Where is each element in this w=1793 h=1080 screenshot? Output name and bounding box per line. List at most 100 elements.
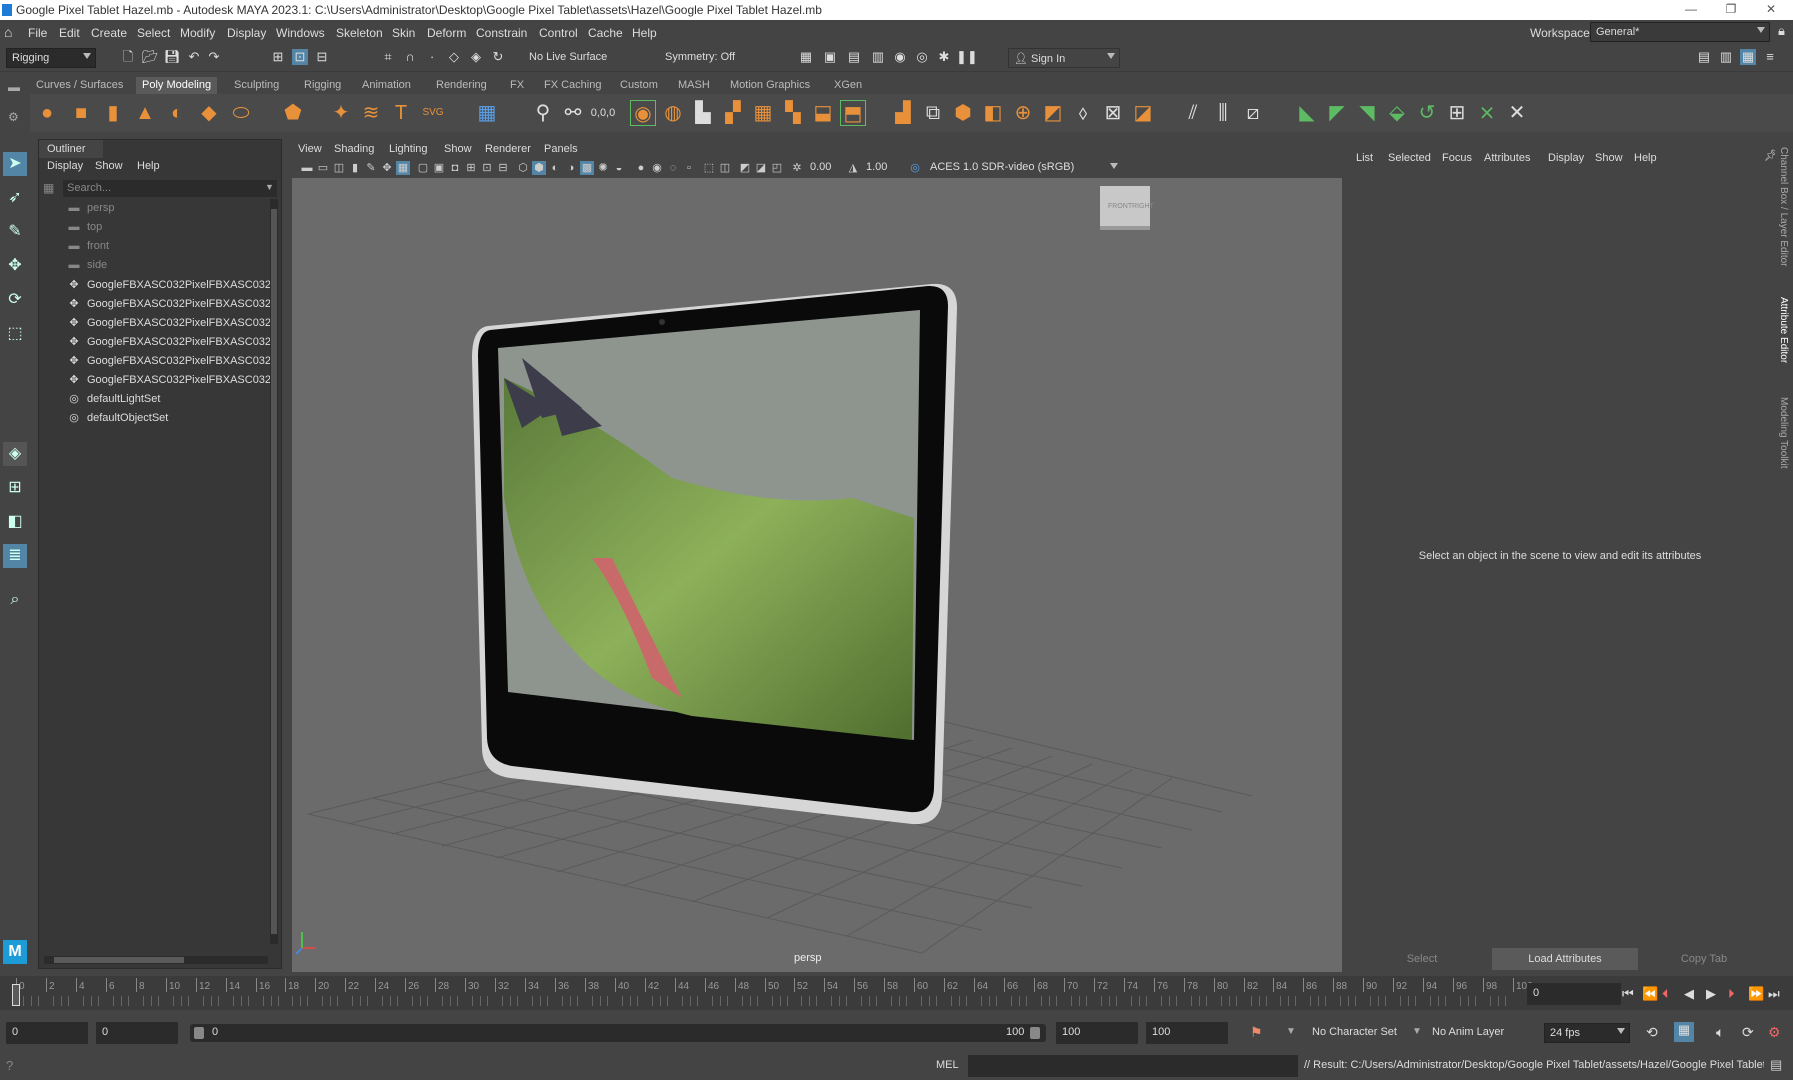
- list-item[interactable]: ◎ defaultLightSet: [67, 392, 277, 410]
- search-options-icon[interactable]: ▼: [265, 182, 274, 192]
- wireframe-icon[interactable]: ⬡: [516, 161, 530, 175]
- offset-edge-loop-icon[interactable]: ⫼: [1210, 100, 1236, 126]
- menu-set-select[interactable]: Rigging: [6, 48, 96, 68]
- list-item[interactable]: ✥ GoogleFBXASC032PixelFBXASC032Tab: [67, 316, 277, 334]
- shelf-menu-icon[interactable]: ▬: [8, 80, 20, 94]
- field-chart-icon[interactable]: ⊞: [464, 161, 478, 175]
- list-item[interactable]: ✥ GoogleFBXASC032PixelFBXASC032Tab: [67, 335, 277, 353]
- combine-icon[interactable]: ◉: [630, 100, 656, 126]
- reduce-icon[interactable]: ⬓: [810, 100, 836, 126]
- menu-windows[interactable]: Windows: [276, 26, 325, 40]
- grid-toggle-icon[interactable]: ▦: [396, 161, 410, 175]
- shelf-tab-xgen[interactable]: XGen: [828, 77, 868, 94]
- textured-icon[interactable]: ▩: [580, 161, 594, 175]
- extract-icon[interactable]: ▞: [720, 100, 746, 126]
- outliner-search-input[interactable]: Search...: [63, 180, 277, 197]
- viewport-3d[interactable]: FRONT RIGHT persp: [292, 178, 1342, 972]
- depth-of-field-icon[interactable]: ▫: [682, 161, 696, 175]
- hypershade-icon[interactable]: ◉: [892, 49, 908, 65]
- outliner-menu-show[interactable]: Show: [95, 160, 123, 172]
- ipr-render-icon[interactable]: ▤: [846, 49, 862, 65]
- character-set-dropdown-icon[interactable]: ▼: [1286, 1026, 1296, 1037]
- sweep-mesh-icon[interactable]: ≋: [358, 100, 384, 126]
- xray-active-icon[interactable]: ◩: [738, 161, 752, 175]
- shelf-tab-fx[interactable]: FX: [504, 77, 530, 94]
- gamma-field[interactable]: 1.00: [862, 159, 902, 177]
- four-view-layout-icon[interactable]: ⊞: [3, 476, 27, 500]
- gamma-icon[interactable]: ◮: [846, 161, 860, 175]
- scene-end-field[interactable]: 100: [1146, 1022, 1228, 1044]
- 2d-pan-icon[interactable]: ✎: [364, 161, 378, 175]
- smooth-icon[interactable]: ▙: [690, 100, 716, 126]
- render-icon[interactable]: ▦: [798, 49, 814, 65]
- step-forward-key-icon[interactable]: ⏩: [1748, 986, 1764, 1002]
- extrude-icon[interactable]: ▟: [890, 100, 916, 126]
- sign-in-button[interactable]: 👤︎ Sign In: [1008, 48, 1120, 68]
- svg-icon[interactable]: SVG: [420, 100, 446, 126]
- outliner-tab[interactable]: Outliner: [39, 140, 103, 158]
- shelf-tab-curves[interactable]: Curves / Surfaces: [30, 77, 129, 94]
- camera-select-icon[interactable]: ▬: [300, 161, 314, 175]
- copy-tab-button[interactable]: Copy Tab: [1638, 948, 1770, 970]
- menu-skeleton[interactable]: Skeleton: [336, 26, 383, 40]
- shelf-tab-rigging[interactable]: Rigging: [298, 77, 347, 94]
- attribute-editor-tab[interactable]: Attribute Editor: [1778, 297, 1789, 363]
- fps-select[interactable]: 24 fps: [1544, 1023, 1630, 1043]
- viewport-menu-panels[interactable]: Panels: [544, 143, 578, 155]
- command-input[interactable]: [968, 1055, 1298, 1077]
- pause-icon[interactable]: ❚❚: [956, 49, 978, 65]
- poly-cone-icon[interactable]: ▲: [132, 100, 158, 126]
- select-tool-icon[interactable]: ➤: [3, 152, 27, 176]
- lasso-tool-icon[interactable]: ➶: [3, 186, 27, 210]
- shelf-tab-custom[interactable]: Custom: [614, 77, 664, 94]
- merge-icon[interactable]: ⊕: [1010, 100, 1036, 126]
- range-start-handle[interactable]: [194, 1027, 204, 1039]
- fill-hole-icon[interactable]: ◧: [980, 100, 1006, 126]
- close-icon[interactable]: ✕: [1763, 2, 1779, 18]
- shelf-tab-fx-caching[interactable]: FX Caching: [538, 77, 607, 94]
- range-bar[interactable]: 0 100: [190, 1024, 1046, 1042]
- screen-space-ao-icon[interactable]: ●: [634, 161, 648, 175]
- live-surface-field[interactable]: No Live Surface: [524, 48, 620, 68]
- color-management-icon[interactable]: ◎: [908, 161, 922, 175]
- snap-grid-icon[interactable]: ⌗: [380, 49, 396, 65]
- view-transform-select[interactable]: ACES 1.0 SDR-video (sRGB): [926, 159, 1122, 177]
- backface-culling-icon[interactable]: ◰: [770, 161, 784, 175]
- delete-edge-icon[interactable]: ✕: [1504, 100, 1530, 126]
- shelf-settings-icon[interactable]: ⚙: [8, 110, 19, 124]
- outliner-horizontal-scrollbar[interactable]: [44, 956, 268, 964]
- current-frame-field[interactable]: 0: [1527, 983, 1621, 1005]
- use-all-lights-icon[interactable]: ✺: [596, 161, 610, 175]
- shelf-tab-sculpting[interactable]: Sculpting: [228, 77, 285, 94]
- poly-sphere-icon[interactable]: ●: [34, 100, 60, 126]
- auto-key-icon[interactable]: ⚑: [1250, 1024, 1263, 1041]
- select-button[interactable]: Select: [1352, 948, 1492, 970]
- bookmarks-icon[interactable]: ◫: [332, 161, 346, 175]
- film-gate-icon[interactable]: ▢: [416, 161, 430, 175]
- wireframe-on-shaded-icon[interactable]: ◑: [564, 161, 578, 175]
- time-editor-icon[interactable]: ⟳: [1742, 1024, 1754, 1041]
- cache-playback-icon[interactable]: ▦: [1674, 1022, 1694, 1042]
- bevel-icon[interactable]: ⬢: [950, 100, 976, 126]
- select-hierarchy-icon[interactable]: ⊞: [270, 49, 286, 65]
- redo-icon[interactable]: ↷: [206, 49, 222, 65]
- go-to-end-icon[interactable]: ⏭: [1768, 986, 1780, 1002]
- modeling-toolkit-tab[interactable]: Modeling Toolkit: [1778, 397, 1789, 469]
- multi-cut-icon[interactable]: ⚯: [560, 100, 586, 126]
- motion-blur-icon[interactable]: ◉: [650, 161, 664, 175]
- lock-icon[interactable]: 🔒︎: [1778, 23, 1785, 39]
- attr-menu-show[interactable]: Show: [1595, 152, 1623, 164]
- viewport-menu-shading[interactable]: Shading: [334, 143, 374, 155]
- shelf-tab-animation[interactable]: Animation: [356, 77, 417, 94]
- list-item[interactable]: ▬ side: [67, 259, 277, 277]
- menu-select[interactable]: Select: [137, 26, 170, 40]
- poly-cylinder-icon[interactable]: ▮: [100, 100, 126, 126]
- snap-curve-icon[interactable]: ∩: [402, 49, 418, 65]
- paint-select-tool-icon[interactable]: ✎: [3, 220, 27, 244]
- open-scene-icon[interactable]: 📂︎: [142, 49, 159, 65]
- load-attributes-button[interactable]: Load Attributes: [1492, 948, 1638, 970]
- xray-joints-icon[interactable]: ◪: [754, 161, 768, 175]
- play-backward-icon[interactable]: ◀: [1684, 986, 1694, 1002]
- home-icon[interactable]: ⌂: [4, 24, 12, 40]
- quadrangulate-icon[interactable]: ⬙: [1384, 100, 1410, 126]
